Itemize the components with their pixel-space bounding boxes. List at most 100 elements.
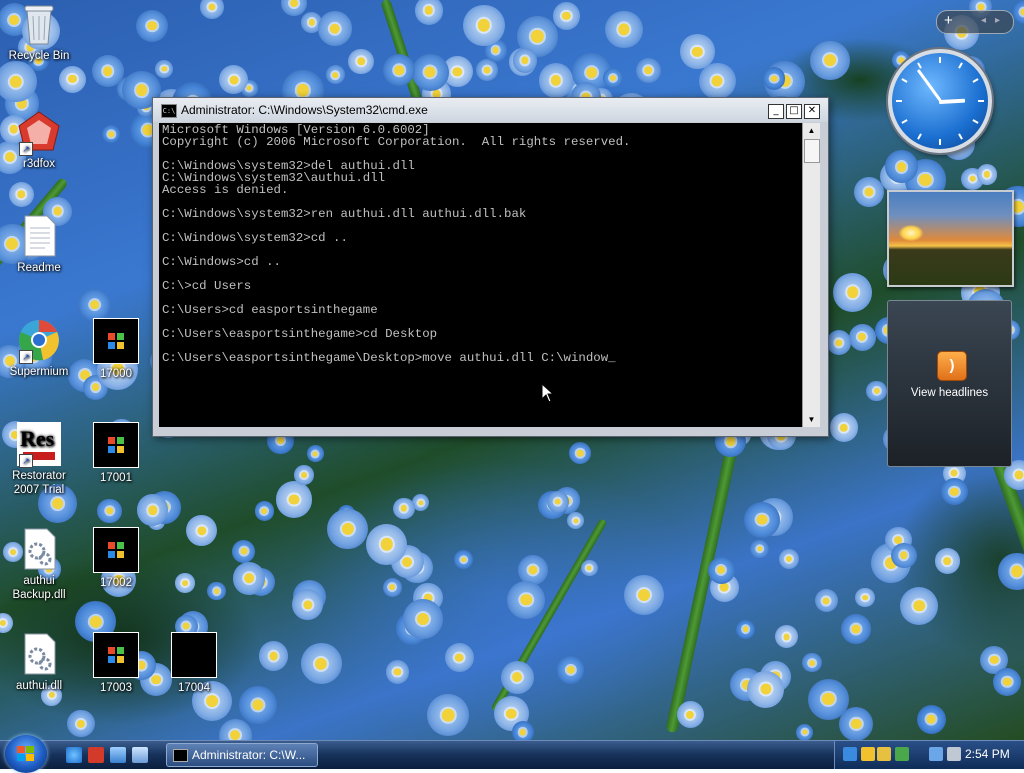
desktop-icon-17004[interactable]: 17004	[157, 632, 231, 695]
console-output[interactable]: Microsoft Windows [Version 6.0.6002] Copy…	[159, 123, 802, 427]
console-lines: Microsoft Windows [Version 6.0.6002] Copy…	[162, 124, 630, 364]
wallpaper-flower	[186, 515, 217, 547]
show-desktop-icon[interactable]	[110, 747, 126, 763]
desktop-icon-r3dfox[interactable]: ↗ r3dfox	[2, 110, 76, 171]
console-line: C:\>cd Users	[162, 279, 252, 293]
wallpaper-flower	[412, 493, 430, 512]
tray-app-icon[interactable]	[895, 747, 909, 761]
wallpaper-flower	[934, 547, 961, 574]
tray-connection-icon[interactable]	[929, 747, 943, 761]
wallpaper-flower	[454, 550, 473, 569]
shortcut-arrow-icon: ↗	[19, 454, 33, 468]
wallpaper-flower	[280, 0, 307, 17]
slideshow-gadget[interactable]	[887, 190, 1014, 287]
desktop-icon-recycle-bin[interactable]: Recycle Bin	[2, 2, 76, 63]
restorator-icon: Res ↗	[17, 422, 61, 468]
wallpaper-flower	[940, 477, 969, 506]
scroll-thumb[interactable]	[804, 139, 820, 163]
desktop-icon-authui-backup[interactable]: authui Backup.dll	[2, 527, 76, 602]
desktop-icon-17001[interactable]: 17001	[79, 422, 153, 485]
tray-clock[interactable]: 2:54 PM	[965, 747, 1010, 761]
wallpaper-flower	[848, 323, 876, 351]
wallpaper-flower	[814, 589, 838, 613]
cmd-window[interactable]: C:\ Administrator: C:\Windows\System32\c…	[152, 97, 829, 437]
desktop-icon-restorator[interactable]: Res ↗ Restorator 2007 Trial	[2, 422, 76, 497]
windows-logo-thumbnail-icon	[93, 527, 139, 573]
next-gadget-button[interactable]: ▸	[995, 15, 1000, 26]
rss-icon: )	[937, 351, 967, 381]
tray-security-icon[interactable]	[861, 747, 875, 761]
minimize-button[interactable]: _	[768, 104, 784, 119]
cmd-titlebar[interactable]: C:\ Administrator: C:\Windows\System32\c…	[153, 98, 828, 122]
browser-icon: ↗	[17, 318, 61, 364]
clock-tick	[972, 119, 979, 124]
wallpaper-flower	[546, 490, 569, 513]
desktop-icon-17002[interactable]: 17002	[79, 527, 153, 590]
recycle-bin-icon	[17, 2, 61, 46]
clock-tick	[901, 119, 908, 124]
wallpaper-flower	[232, 539, 256, 563]
desktop-icon-supermium[interactable]: ↗ Supermium	[2, 318, 76, 379]
scroll-up-arrow-icon[interactable]: ▲	[805, 124, 818, 137]
wallpaper-flower	[556, 656, 585, 685]
clock-hand	[916, 69, 942, 102]
taskbar-cmd-button[interactable]: Administrator: C:\W...	[166, 743, 318, 767]
wallpaper-flower	[855, 588, 875, 608]
vertical-scrollbar[interactable]: ▲ ▼	[802, 123, 820, 427]
wallpaper-flower	[300, 643, 342, 685]
shortcut-arrow-icon: ↗	[19, 142, 33, 156]
sidebar-gadget-controls[interactable]: + ◂ ▸	[936, 10, 1014, 34]
wallpaper-flower	[317, 11, 353, 47]
desktop-icon-17000[interactable]: 17000	[79, 318, 153, 381]
maximize-button[interactable]: □	[786, 104, 802, 119]
desktop-icon-label: 17003	[100, 682, 132, 694]
wallpaper-flower	[891, 542, 917, 568]
wallpaper-flower	[136, 494, 169, 526]
shortcut-arrow-icon: ↗	[19, 350, 33, 364]
wallpaper-flower	[8, 181, 34, 207]
desktop-icon-label: Recycle Bin	[8, 50, 70, 62]
add-gadget-button[interactable]: +	[944, 13, 953, 29]
desktop-icon-label: Restorator 2007 Trial	[12, 470, 66, 496]
desktop-icon-17003[interactable]: 17003	[79, 632, 153, 695]
tray-network-icon[interactable]	[843, 747, 857, 761]
view-headlines-link[interactable]: View headlines	[888, 387, 1011, 399]
wallpaper-flower	[326, 65, 345, 85]
taskbar: Administrator: C:\W... 2:54 PM	[0, 735, 1024, 773]
ie-icon[interactable]	[66, 747, 82, 763]
wallpaper-flower	[747, 670, 785, 708]
close-button[interactable]: ✕	[804, 104, 820, 119]
wallpaper-flower	[1012, 0, 1024, 25]
start-button[interactable]	[5, 735, 47, 773]
wallpaper-flower	[680, 34, 715, 69]
clock-tick	[958, 62, 963, 69]
wallpaper-flower	[699, 62, 736, 100]
switch-windows-icon[interactable]	[132, 747, 148, 763]
wallpaper-flower	[175, 573, 195, 593]
wallpaper-flower	[427, 694, 470, 737]
dll-file-icon	[17, 632, 61, 676]
desktop-icon-label: 17000	[100, 368, 132, 380]
desktop-icon-authui-dll[interactable]: authui.dll	[2, 632, 76, 693]
svg-text:Res: Res	[20, 426, 55, 451]
wallpaper-flower	[512, 48, 538, 73]
volume-icon[interactable]	[947, 747, 961, 761]
feed-headlines-gadget[interactable]: ) View headlines	[887, 300, 1012, 467]
clock-gadget[interactable]	[888, 49, 992, 153]
r3dfox-quicklaunch-icon[interactable]	[88, 747, 104, 763]
desktop-icon-readme[interactable]: Readme	[2, 214, 76, 275]
wallpaper-flower	[254, 501, 275, 521]
wallpaper-flower	[916, 704, 946, 734]
wallpaper-flower	[605, 10, 643, 49]
clock-tick	[972, 78, 979, 83]
black-thumbnail-icon	[171, 632, 217, 678]
wallpaper-flower	[567, 512, 585, 530]
wallpaper-flower	[414, 0, 444, 25]
tray-shield-icon[interactable]	[877, 747, 891, 761]
console-line: Copyright (c) 2006 Microsoft Corporation…	[162, 135, 631, 149]
console-line: Access is denied.	[162, 183, 289, 197]
desktop-icon-label: Supermium	[9, 366, 69, 378]
console-line: C:\Windows>cd ..	[162, 255, 281, 269]
prev-gadget-button[interactable]: ◂	[981, 15, 986, 26]
scroll-down-arrow-icon[interactable]: ▼	[805, 413, 818, 426]
